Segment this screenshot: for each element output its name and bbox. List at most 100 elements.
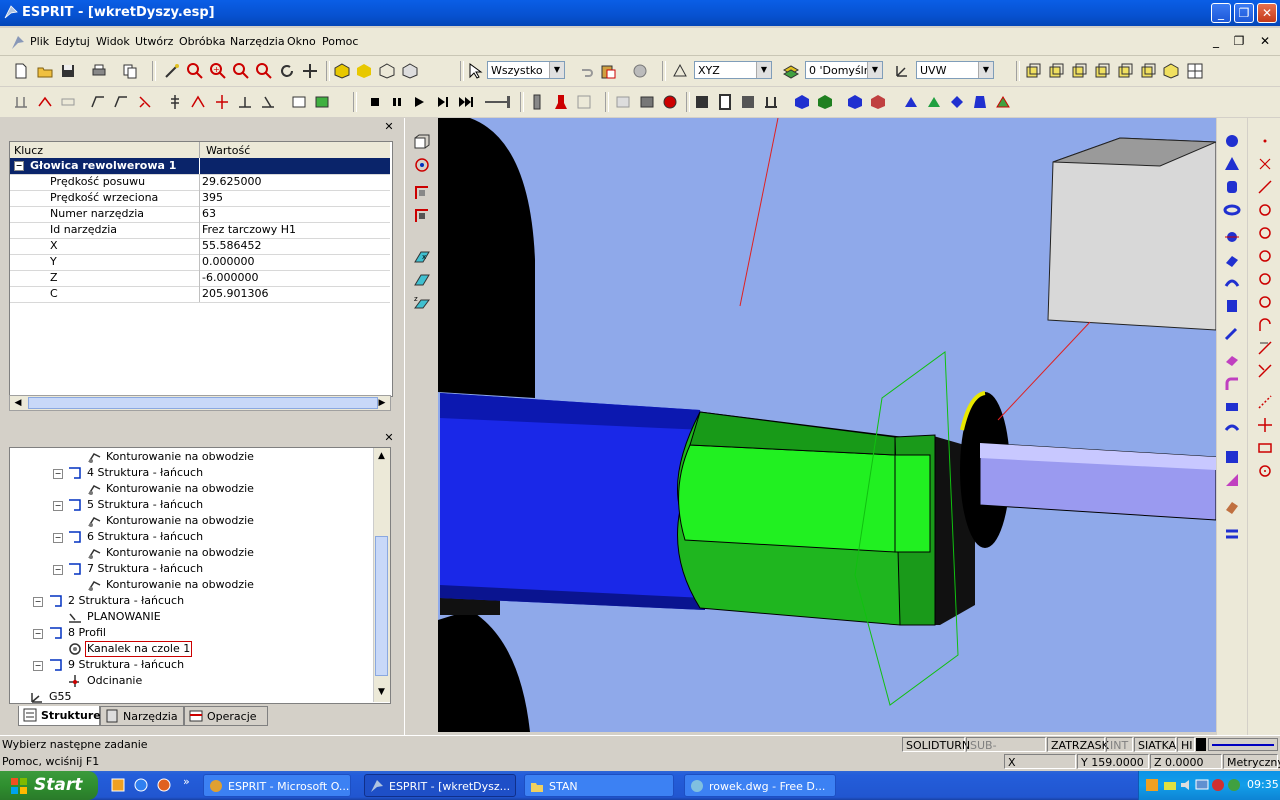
property-group-row[interactable]: − Głowica rewolwerowa 1	[10, 158, 390, 175]
clock[interactable]: 09:35	[1247, 778, 1279, 791]
machine-door-icon[interactable]	[716, 93, 734, 111]
plane-combo[interactable]: XYZ ▼	[694, 61, 772, 79]
chain-icon[interactable]	[59, 93, 77, 111]
fast-forward-icon[interactable]	[457, 93, 475, 111]
menu-widok[interactable]: Widok	[96, 35, 130, 48]
scroll-thumb[interactable]	[375, 536, 388, 676]
collapse-icon[interactable]: −	[53, 533, 63, 543]
machine-icon[interactable]	[693, 93, 711, 111]
quicklaunch-ie-icon[interactable]	[133, 777, 149, 793]
zoom-fit-icon[interactable]	[255, 62, 273, 80]
mdi-minimize-button[interactable]: _	[1207, 33, 1225, 51]
menu-obrobka[interactable]: Obróbka	[179, 35, 226, 48]
property-row[interactable]: C 205.901306	[10, 286, 390, 303]
view-front-icon[interactable]	[1047, 62, 1065, 80]
rotate-view-icon[interactable]	[413, 156, 431, 174]
scroll-right-icon[interactable]: ▶	[376, 397, 388, 409]
point-icon[interactable]	[1256, 132, 1274, 150]
roughing-icon[interactable]	[89, 93, 107, 111]
cad-scene[interactable]	[438, 118, 1216, 732]
stop-icon[interactable]	[366, 93, 384, 111]
quicklaunch-app-icon[interactable]	[110, 777, 126, 793]
new-file-icon[interactable]	[12, 62, 30, 80]
layer-combo[interactable]: 0 'Domyślny ▼	[805, 61, 883, 79]
filter-combo[interactable]: Wszystko ▼	[487, 61, 565, 79]
feature-hole-icon[interactable]	[994, 93, 1012, 111]
spring-icon[interactable]	[1223, 325, 1241, 343]
collapse-icon[interactable]: −	[33, 629, 43, 639]
zoom-out-icon[interactable]	[232, 62, 250, 80]
drilling-icon[interactable]	[136, 93, 154, 111]
cutoff-icon[interactable]	[213, 93, 231, 111]
int-indicator[interactable]: INT	[1106, 737, 1133, 752]
layer-icon[interactable]	[782, 62, 800, 80]
scroll-down-icon[interactable]: ▼	[375, 686, 388, 699]
chamfer-icon[interactable]	[1223, 398, 1241, 416]
collapse-icon[interactable]: −	[53, 469, 63, 479]
torus-icon[interactable]	[1223, 201, 1241, 219]
rectangle-icon[interactable]	[1256, 439, 1274, 457]
circle-3pt-icon[interactable]	[1256, 247, 1274, 265]
point-snap-icon[interactable]	[1256, 155, 1274, 173]
hidden-line-icon[interactable]	[401, 62, 419, 80]
boolean-union-icon[interactable]	[1223, 421, 1241, 439]
threading-icon[interactable]	[166, 93, 184, 111]
line-style-box[interactable]	[1208, 738, 1278, 751]
property-row[interactable]: Id narzędzia Frez tarczowy H1	[10, 222, 390, 239]
fixture-icon[interactable]	[661, 93, 679, 111]
stop-record-icon[interactable]	[631, 62, 649, 80]
plane-y-icon[interactable]	[413, 271, 431, 289]
turning-icon[interactable]	[36, 93, 54, 111]
taskbar-item[interactable]: ESPRIT - Microsoft O...	[203, 774, 351, 797]
menu-plik[interactable]: Plik	[30, 35, 49, 48]
solid-shaded-icon[interactable]	[333, 62, 351, 80]
column-key[interactable]: Klucz	[14, 144, 43, 157]
undo-icon[interactable]	[577, 62, 595, 80]
minimize-button[interactable]: _	[1211, 3, 1231, 23]
print-icon[interactable]	[90, 62, 108, 80]
ellipse-icon[interactable]	[1256, 462, 1274, 480]
feature-chain-icon[interactable]	[925, 93, 943, 111]
quicklaunch-firefox-icon[interactable]	[156, 777, 172, 793]
view-bottom-icon[interactable]	[1139, 62, 1157, 80]
sphere-icon[interactable]	[1223, 132, 1241, 150]
circle-center-icon[interactable]	[1256, 201, 1274, 219]
tab-narzedzia[interactable]: Narzędzia	[100, 706, 184, 726]
tray-volume-icon[interactable]	[1179, 778, 1193, 792]
start-button[interactable]: Start	[0, 771, 98, 800]
turret-icon[interactable]	[762, 93, 780, 111]
copy-icon[interactable]	[121, 62, 139, 80]
property-row[interactable]: X 55.586452	[10, 238, 390, 255]
collapse-icon[interactable]: −	[33, 597, 43, 607]
menu-edytuj[interactable]: Edytuj	[55, 35, 90, 48]
save-icon[interactable]	[59, 62, 77, 80]
step-forward-icon[interactable]	[434, 93, 452, 111]
view-iso-icon[interactable]	[1162, 62, 1180, 80]
collapse-icon[interactable]: −	[33, 661, 43, 671]
open-folder-icon[interactable]	[36, 62, 54, 80]
property-row[interactable]: Prędkość posuwu 29.625000	[10, 174, 390, 191]
taskbar-item[interactable]: STAN	[524, 774, 674, 797]
menu-narzedzia[interactable]: Narzędzia	[230, 35, 285, 48]
trim-icon[interactable]	[1256, 362, 1274, 380]
select-arrow-icon[interactable]	[466, 62, 484, 80]
close-button[interactable]: ✕	[1257, 3, 1277, 23]
menu-utworz[interactable]: Utwórz	[135, 35, 173, 48]
feature-face-icon[interactable]	[948, 93, 966, 111]
column-value[interactable]: Wartość	[206, 144, 250, 157]
arc-icon[interactable]	[1256, 316, 1274, 334]
sweep-icon[interactable]	[1223, 274, 1241, 292]
four-views-icon[interactable]	[1186, 62, 1204, 80]
view-right-icon[interactable]	[1070, 62, 1088, 80]
scroll-up-icon[interactable]: ▲	[375, 450, 388, 463]
tray-network-icon[interactable]	[1163, 778, 1177, 792]
color-swatch[interactable]	[1196, 738, 1206, 751]
grooving-icon[interactable]	[189, 93, 207, 111]
shell-icon[interactable]	[1223, 352, 1241, 370]
zoom-in-icon[interactable]: +	[209, 62, 227, 80]
properties-hscrollbar[interactable]: ◀ ▶	[9, 395, 391, 411]
workplane-combo[interactable]: UVW ▼	[916, 61, 994, 79]
wireframe-icon[interactable]	[378, 62, 396, 80]
property-row[interactable]: Prędkość wrzeciona 395	[10, 190, 390, 207]
operation-tool-icon[interactable]	[12, 93, 30, 111]
